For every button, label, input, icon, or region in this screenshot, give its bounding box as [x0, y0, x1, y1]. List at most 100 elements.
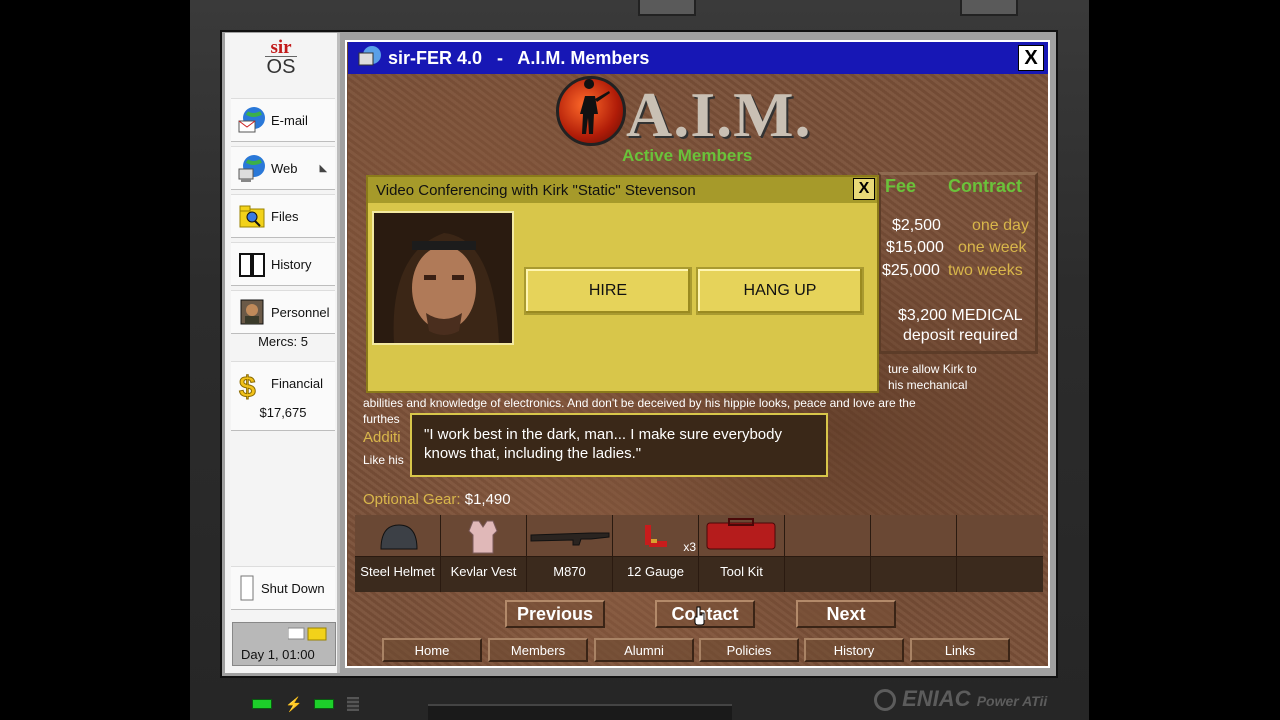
gear-slot[interactable]: x3 12 Gauge — [613, 515, 699, 592]
link-members[interactable]: Members — [488, 638, 588, 662]
eniac-logo-icon — [874, 689, 896, 712]
shotgun-shells-icon: x3 — [613, 515, 698, 557]
previous-button[interactable]: Previous — [505, 600, 605, 628]
merc-quote: "I work best in the dark, man... I make … — [410, 413, 828, 477]
sidebar-item-files[interactable]: Files — [231, 194, 335, 238]
mercs-count: Mercs: 5 — [258, 334, 308, 349]
hinge-right — [960, 0, 1018, 16]
optional-gear-label: Optional Gear: — [363, 491, 461, 508]
shut-down-label: Shut Down — [261, 580, 325, 596]
sidebar-item-personnel[interactable]: Personnel — [231, 290, 335, 334]
next-button[interactable]: Next — [796, 600, 896, 628]
gear-slot-empty[interactable] — [957, 515, 1043, 592]
optional-gear-line: Optional Gear: $1,490 — [363, 491, 511, 508]
eniac-brand-name: ENIAC — [902, 686, 971, 711]
medical-deposit: $3,200 MEDICAL — [898, 307, 1023, 324]
link-links[interactable]: Links — [910, 638, 1010, 662]
web-icon — [237, 153, 267, 183]
clock-panel: Day 1, 01:00 — [232, 622, 336, 666]
fee-duration: one week — [958, 239, 1027, 256]
medical-deposit-note: deposit required — [903, 327, 1018, 344]
optional-gear-price: $1,490 — [464, 491, 511, 508]
bezel-slot — [428, 704, 732, 720]
sidebar-item-history[interactable]: History — [231, 242, 335, 286]
link-home[interactable]: Home — [382, 638, 482, 662]
sidebar-item-email[interactable]: E-mail — [231, 98, 335, 142]
contract-header: Contract — [948, 176, 1023, 196]
dollar-icon: $ — [237, 370, 267, 401]
window-title: sir-FER 4.0 - A.I.M. Members — [388, 47, 650, 68]
mail-folder-icon — [287, 627, 328, 644]
gear-slots: Steel Helmet Kevlar Vest M870 x3 12 Gaug… — [355, 515, 1043, 592]
window-title-bar: sir-FER 4.0 - A.I.M. Members — [348, 42, 1048, 74]
link-policies[interactable]: Policies — [699, 638, 799, 662]
window-close-button[interactable]: X — [1018, 45, 1044, 71]
sidebar-item-label: Files — [271, 208, 299, 224]
sidebar-item-web[interactable]: Web ◣ — [231, 146, 335, 190]
hand-cursor-icon — [694, 606, 705, 626]
aim-logo-text: A.I.M. — [626, 79, 812, 150]
sidebar-item-label: History — [271, 256, 312, 272]
link-history[interactable]: History — [804, 638, 904, 662]
sidebar-item-label: Personnel — [271, 304, 330, 320]
balance: $17,675 — [259, 405, 307, 420]
dialog-close-button[interactable]: X — [853, 178, 875, 200]
hinge-left — [638, 0, 696, 16]
shut-down-button[interactable]: Shut Down — [231, 566, 335, 610]
fee-amount: $15,000 — [886, 239, 944, 256]
gear-label: 12 Gauge — [613, 557, 698, 592]
fee-duration: two weeks — [948, 262, 1023, 279]
history-icon — [237, 249, 267, 279]
shotgun-icon — [527, 515, 612, 557]
gear-count: x3 — [683, 540, 696, 554]
hang-up-button[interactable]: HANG UP — [696, 267, 864, 315]
fee-amount: $25,000 — [882, 262, 940, 279]
bio-text: abilities and knowledge of electronics. … — [363, 396, 916, 410]
gear-slot-empty[interactable] — [785, 515, 871, 592]
merc-face-icon — [374, 213, 512, 343]
bio-text: Like his — [363, 453, 404, 467]
link-alumni[interactable]: Alumni — [594, 638, 694, 662]
sir-os-logo: sir OS — [225, 38, 337, 78]
sidebar-item-label: Web — [271, 160, 298, 176]
sidebar-item-financial[interactable]: $ Financial — [231, 361, 335, 431]
gear-slot[interactable]: M870 — [527, 515, 613, 592]
kevlar-vest-icon — [441, 515, 526, 557]
additional-info-heading: Additi — [363, 429, 401, 446]
bio-text: his mechanical — [888, 378, 968, 392]
sidebar-item-label: Financial — [271, 376, 324, 391]
power-icon — [237, 573, 257, 603]
email-icon — [237, 105, 267, 135]
gear-label: M870 — [527, 557, 612, 592]
gear-label: Kevlar Vest — [441, 557, 526, 592]
sidebar-item-label: E-mail — [271, 112, 308, 128]
logo-os: OS — [265, 56, 297, 78]
active-members-subtitle: Active Members — [622, 146, 753, 165]
bio-text: furthes — [363, 412, 400, 426]
svg-text:$: $ — [239, 371, 256, 400]
gear-label: Steel Helmet — [355, 557, 440, 592]
hire-button[interactable]: HIRE — [524, 267, 692, 315]
power-led — [252, 699, 272, 709]
battery-icon: ⚡ — [285, 696, 303, 712]
gear-slot[interactable]: Steel Helmet — [355, 515, 441, 592]
steel-helmet-icon — [355, 515, 440, 557]
bio-text: ture allow Kirk to — [888, 362, 977, 376]
fee-duration: one day — [972, 217, 1029, 234]
disk-led — [314, 699, 334, 709]
gear-slot[interactable]: Kevlar Vest — [441, 515, 527, 592]
files-icon — [237, 201, 267, 231]
gear-label: Tool Kit — [699, 557, 784, 592]
personnel-icon — [237, 297, 267, 327]
eniac-brand: ENIAC Power ATii — [874, 686, 1047, 712]
gear-slot-empty[interactable] — [871, 515, 957, 592]
fee-header: Fee — [885, 176, 917, 196]
drive-icon — [347, 697, 359, 711]
dialog-title: Video Conferencing with Kirk "Static" St… — [368, 177, 877, 203]
browser-icon — [358, 45, 382, 72]
soldier-silhouette-icon — [580, 79, 610, 134]
gear-slot[interactable]: Tool Kit — [699, 515, 785, 592]
merc-portrait — [372, 211, 514, 345]
eniac-model: Power ATii — [976, 693, 1048, 709]
submenu-arrow-icon: ◣ — [319, 162, 328, 174]
